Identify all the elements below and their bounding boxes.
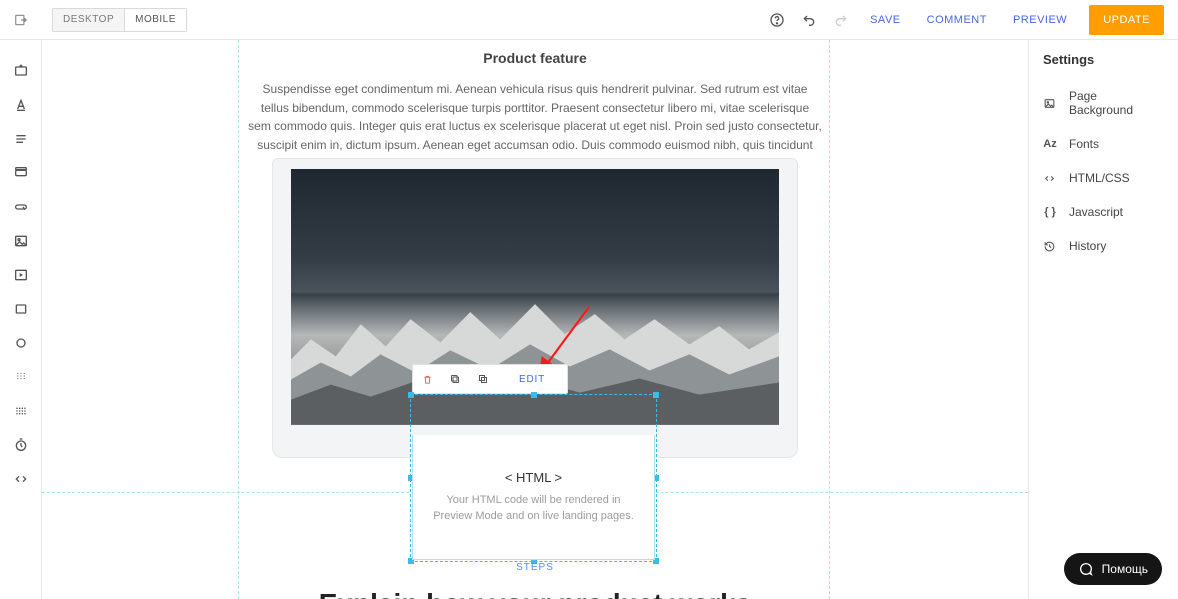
html-widget-selection[interactable]: < HTML > Your HTML code will be rendered…: [410, 394, 657, 562]
video-widget-icon[interactable]: [12, 266, 30, 284]
settings-panel: Settings Page Background Az Fonts HTML/C…: [1028, 40, 1178, 599]
element-rail: [0, 40, 42, 599]
topbar-actions: SAVE COMMENT PREVIEW UPDATE: [762, 5, 1178, 35]
undo-icon[interactable]: [794, 5, 824, 35]
settings-item-label: History: [1069, 239, 1106, 253]
button-widget-icon[interactable]: [12, 164, 30, 182]
history-icon: [1043, 240, 1057, 253]
topbar: DESKTOP MOBILE SAVE COMMENT PREVIEW UPDA…: [0, 0, 1178, 40]
device-mobile-button[interactable]: MOBILE: [124, 9, 186, 31]
comment-button[interactable]: COMMENT: [915, 14, 999, 26]
code-icon: [1043, 172, 1057, 185]
preview-button[interactable]: PREVIEW: [1001, 14, 1079, 26]
edit-widget-button[interactable]: EDIT: [497, 374, 567, 385]
settings-item-label: Javascript: [1069, 205, 1123, 219]
delete-widget-button[interactable]: [413, 373, 441, 386]
settings-item-label: HTML/CSS: [1069, 171, 1130, 185]
settings-item-label: Page Background: [1069, 89, 1164, 117]
resize-handle[interactable]: [531, 392, 537, 398]
steps-label[interactable]: STEPS: [42, 562, 1028, 573]
help-label: Помощь: [1102, 562, 1148, 576]
box-widget-icon[interactable]: [12, 300, 30, 318]
js-icon: { }: [1043, 206, 1057, 218]
settings-history[interactable]: History: [1029, 229, 1178, 263]
feature-text[interactable]: Suspendisse eget condimentum mi. Aenean …: [42, 66, 1028, 173]
image-icon: [1043, 97, 1057, 110]
help-chat-button[interactable]: Помощь: [1064, 553, 1162, 585]
html-widget-placeholder[interactable]: < HTML > Your HTML code will be rendered…: [412, 435, 655, 560]
fonts-icon: Az: [1043, 138, 1057, 150]
slider-widget-icon[interactable]: [12, 368, 30, 386]
device-desktop-button[interactable]: DESKTOP: [53, 9, 124, 31]
text-style-icon[interactable]: [12, 96, 30, 114]
resize-handle[interactable]: [653, 392, 659, 398]
feature-title[interactable]: Product feature: [42, 40, 1028, 66]
editor-canvas[interactable]: Product feature Suspendisse eget condime…: [42, 40, 1028, 599]
form-widget-icon[interactable]: [12, 198, 30, 216]
device-switch: DESKTOP MOBILE: [52, 8, 187, 32]
layer-widget-button[interactable]: [469, 373, 497, 385]
html-widget-title: < HTML >: [505, 470, 562, 485]
settings-htmlcss[interactable]: HTML/CSS: [1029, 161, 1178, 195]
help-icon[interactable]: [762, 5, 792, 35]
explain-heading[interactable]: Explain how your product works: [42, 588, 1028, 599]
settings-header: Settings: [1029, 40, 1178, 79]
redo-icon[interactable]: [826, 5, 856, 35]
text-lines-icon[interactable]: [12, 130, 30, 148]
settings-page-background[interactable]: Page Background: [1029, 79, 1178, 127]
settings-javascript[interactable]: { } Javascript: [1029, 195, 1178, 229]
add-block-icon[interactable]: [12, 62, 30, 80]
save-button[interactable]: SAVE: [858, 14, 913, 26]
exit-editor-button[interactable]: [0, 13, 42, 27]
code-widget-icon[interactable]: [12, 470, 30, 488]
divider-widget-icon[interactable]: [12, 402, 30, 420]
update-button[interactable]: UPDATE: [1089, 5, 1164, 35]
timer-widget-icon[interactable]: [12, 436, 30, 454]
settings-item-label: Fonts: [1069, 137, 1099, 151]
duplicate-widget-button[interactable]: [441, 373, 469, 385]
shape-widget-icon[interactable]: [12, 334, 30, 352]
resize-handle[interactable]: [408, 392, 414, 398]
html-widget-note: Your HTML code will be rendered in Previ…: [433, 493, 634, 524]
image-widget-icon[interactable]: [12, 232, 30, 250]
widget-toolbar: EDIT: [412, 364, 568, 394]
settings-fonts[interactable]: Az Fonts: [1029, 127, 1178, 161]
